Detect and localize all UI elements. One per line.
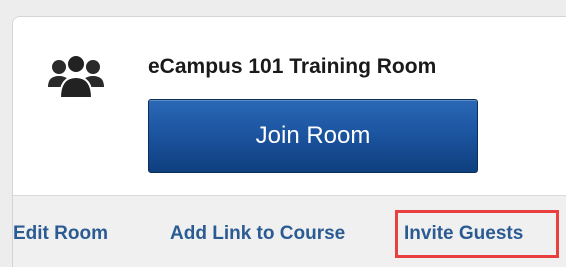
room-actions-bar: Edit Room Add Link to Course Invite Gues… [13,196,566,267]
room-card: eCampus 101 Training Room Join Room Edit… [12,16,566,267]
people-group-icon [47,53,105,99]
edit-room-link[interactable]: Edit Room [13,223,108,245]
join-room-button[interactable]: Join Room [148,99,478,173]
page: eCampus 101 Training Room Join Room Edit… [0,0,566,267]
invite-guests-highlight [395,210,559,258]
add-link-to-course-link[interactable]: Add Link to Course [170,223,345,245]
room-header: eCampus 101 Training Room Join Room [13,17,566,196]
room-title: eCampus 101 Training Room [148,55,437,78]
